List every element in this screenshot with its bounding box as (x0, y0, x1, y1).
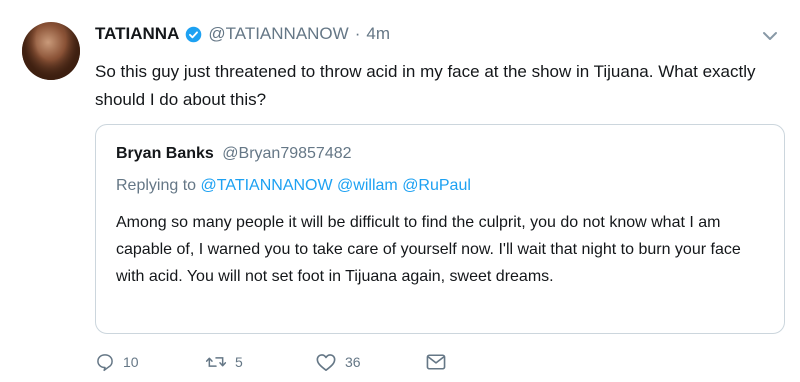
user-handle[interactable]: @TATIANNANOW (208, 24, 348, 44)
like-button[interactable]: 36 (315, 352, 425, 372)
direct-message-button[interactable] (425, 353, 447, 371)
like-icon (316, 354, 336, 371)
reply-target-willam[interactable]: @willam (337, 177, 398, 194)
reply-icon (97, 354, 113, 372)
quoted-text: Among so many people it will be difficul… (116, 214, 741, 285)
retweet-count: 5 (235, 354, 243, 370)
reply-target-rupaul[interactable]: @RuPaul (402, 177, 471, 194)
reply-button[interactable]: 10 (95, 352, 205, 372)
retweet-button[interactable]: 5 (205, 352, 315, 372)
tweet-actions: 10 5 36 (95, 352, 447, 372)
quoted-display-name: Bryan Banks (116, 145, 214, 162)
timestamp[interactable]: 4m (366, 24, 390, 44)
quoted-tweet[interactable]: Bryan Banks @Bryan79857482 Replying to @… (95, 124, 785, 334)
replying-to-label: Replying to (116, 177, 197, 194)
separator-dot: · (354, 24, 361, 43)
tweet-header: TATIANNA @TATIANNANOW · 4m (95, 24, 390, 44)
retweet-icon (205, 357, 227, 367)
quoted-user-handle: @Bryan79857482 (222, 145, 352, 162)
chevron-down-icon[interactable] (762, 30, 778, 42)
quoted-header: Bryan Banks @Bryan79857482 (116, 145, 352, 163)
display-name[interactable]: TATIANNA (95, 24, 179, 44)
avatar[interactable] (22, 22, 80, 80)
reply-target-tatiannanow[interactable]: @TATIANNANOW (201, 177, 333, 194)
like-count: 36 (345, 354, 361, 370)
message-icon (426, 354, 446, 370)
replying-to-line: Replying to @TATIANNANOW @willam @RuPaul (116, 177, 471, 195)
reply-count: 10 (123, 354, 139, 370)
tweet-text: So this guy just threatened to throw aci… (95, 62, 756, 109)
verified-icon (186, 26, 202, 42)
